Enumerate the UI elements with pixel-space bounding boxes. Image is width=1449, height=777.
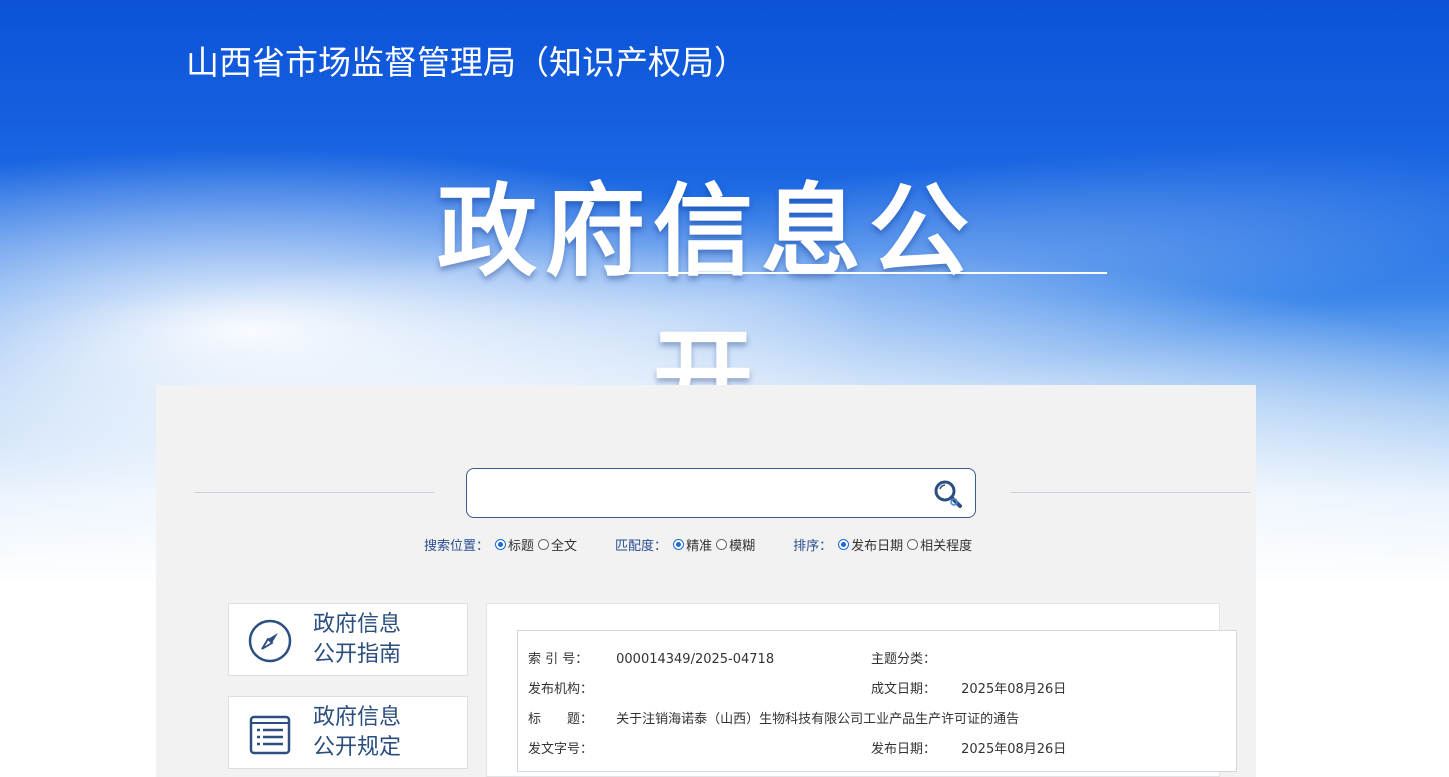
sidebar-item-disclosure-rules[interactable]: 政府信息 公开规定: [228, 696, 468, 769]
radio-position-fulltext[interactable]: [538, 539, 550, 550]
site-title[interactable]: 山西省市场监督管理局（知识产权局）: [186, 36, 747, 84]
match-option-fuzzy[interactable]: 模糊: [716, 535, 755, 554]
published-value: 2025年08月26日: [961, 742, 1067, 757]
created-value: 2025年08月26日: [961, 682, 1067, 697]
meta-row-index: 索 引 号： 000014349/2025-04718: [528, 648, 774, 667]
published-label: 发布日期：: [871, 742, 937, 757]
sidebar-item-disclosure-guide[interactable]: 政府信息 公开指南: [228, 603, 468, 676]
publisher-label: 发布机构：: [528, 682, 594, 697]
search-options: 搜索位置： 标题 全文 匹配度： 精准 模糊 排序： 发布日期 相关程度: [424, 535, 1010, 554]
title-underline: [619, 272, 1107, 274]
sidebar-item-label: 政府信息 公开指南: [313, 612, 402, 667]
match-group: 匹配度： 精准 模糊: [615, 535, 759, 554]
match-label: 匹配度：: [615, 539, 668, 554]
search-input[interactable]: [479, 477, 923, 511]
document-content: 索 引 号： 000014349/2025-04718 主题分类： 发布机构： …: [486, 603, 1237, 777]
sort-group: 排序： 发布日期 相关程度: [793, 535, 976, 554]
search-left-rule: [194, 492, 434, 493]
meta-row-publisher: 发布机构：: [528, 678, 612, 697]
search-box: [466, 468, 976, 518]
index-value: 000014349/2025-04718: [616, 652, 775, 667]
meta-row-created: 成文日期： 2025年08月26日: [871, 678, 1066, 697]
title-label: 标 题：: [528, 712, 594, 727]
main-panel: 搜索位置： 标题 全文 匹配度： 精准 模糊 排序： 发布日期 相关程度 政府信…: [156, 385, 1256, 777]
topic-label: 主题分类：: [871, 652, 937, 667]
title-value: 关于注销海诺泰（山西）生物科技有限公司工业产品生产许可证的通告: [616, 712, 1020, 727]
meta-row-topic: 主题分类：: [871, 648, 957, 667]
compass-icon: [247, 618, 293, 664]
meta-row-published: 发布日期： 2025年08月26日: [871, 738, 1066, 757]
radio-sort-date[interactable]: [838, 539, 850, 550]
radio-sort-relevance[interactable]: [907, 539, 919, 550]
docno-label: 发文字号：: [528, 742, 594, 757]
document-list-icon: [247, 711, 293, 757]
index-label: 索 引 号：: [528, 652, 589, 667]
search-right-rule: [1010, 492, 1250, 493]
search-position-label: 搜索位置：: [424, 539, 490, 554]
position-option-fulltext[interactable]: 全文: [538, 535, 577, 554]
sort-option-relevance[interactable]: 相关程度: [907, 535, 972, 554]
search-icon[interactable]: [931, 477, 965, 511]
match-option-exact[interactable]: 精准: [673, 535, 712, 554]
document-meta-table: 索 引 号： 000014349/2025-04718 主题分类： 发布机构： …: [517, 630, 1237, 772]
radio-match-fuzzy[interactable]: [716, 539, 728, 550]
sidebar-item-label: 政府信息 公开规定: [313, 705, 402, 760]
radio-match-exact[interactable]: [673, 539, 685, 550]
sort-option-date[interactable]: 发布日期: [838, 535, 903, 554]
created-label: 成文日期：: [871, 682, 937, 697]
search-position-group: 搜索位置： 标题 全文: [424, 535, 581, 554]
sort-label: 排序：: [793, 539, 833, 554]
meta-row-docno: 发文字号：: [528, 738, 612, 757]
meta-row-title: 标 题： 关于注销海诺泰（山西）生物科技有限公司工业产品生产许可证的通告: [528, 708, 1019, 727]
radio-position-title[interactable]: [495, 539, 507, 550]
position-option-title[interactable]: 标题: [495, 535, 534, 554]
